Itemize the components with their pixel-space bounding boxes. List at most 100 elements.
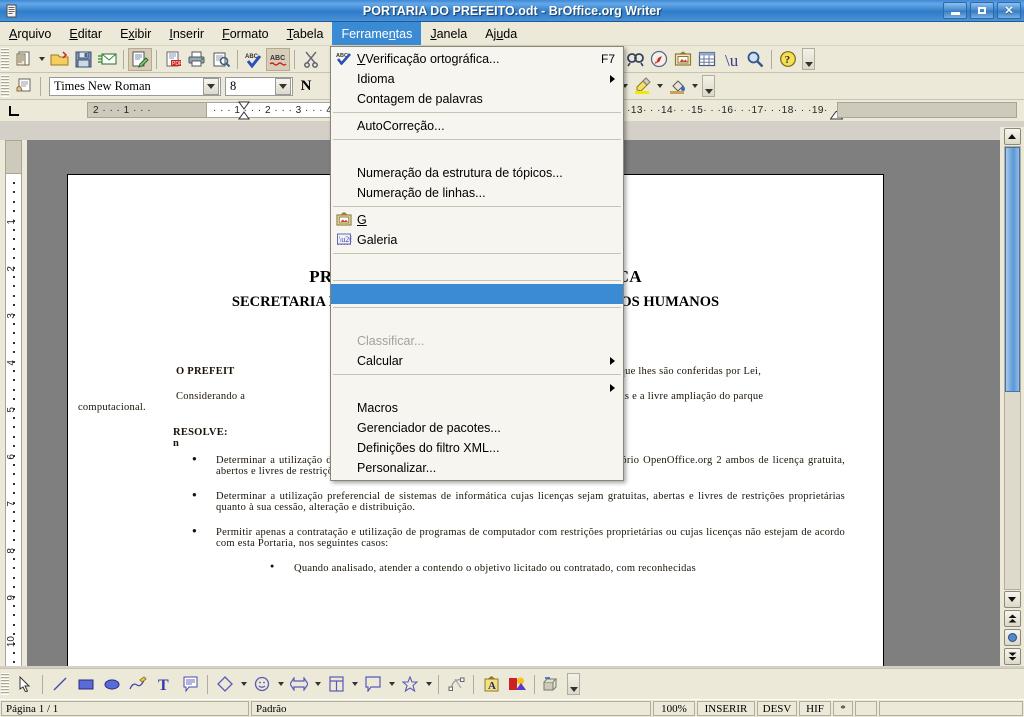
ruler-right-margin[interactable]	[837, 102, 1017, 118]
autospellcheck-icon[interactable]: ABC	[266, 47, 290, 71]
spellcheck-icon[interactable]: ABC	[242, 48, 266, 71]
ellipse-icon[interactable]	[99, 672, 125, 697]
stars-dropdown[interactable]	[423, 673, 434, 696]
menu-ajuda[interactable]: Ajuda	[476, 22, 526, 45]
basic-shapes-dropdown[interactable]	[238, 673, 249, 696]
status-signature[interactable]	[855, 701, 877, 716]
drawbar-more-icon[interactable]	[567, 673, 580, 695]
menu-item-autocorrecao[interactable]: AutoCorreção...	[331, 116, 623, 136]
fontwork-gallery-icon[interactable]: A	[478, 672, 504, 697]
menu-inserir[interactable]: Inserir	[160, 22, 213, 45]
menu-item-macros[interactable]	[331, 378, 623, 398]
from-file-icon[interactable]	[504, 672, 530, 697]
formatting-marks-icon[interactable]: \u00b6	[719, 48, 743, 71]
freeform-line-icon[interactable]	[125, 672, 151, 697]
navigation-button[interactable]	[1003, 629, 1021, 646]
font-size-dropdown-icon[interactable]	[275, 77, 291, 95]
new-document-icon[interactable]	[12, 48, 36, 71]
text-icon[interactable]: T	[151, 672, 177, 697]
menu-item-numeracao-estrutura-topicos[interactable]	[331, 143, 623, 163]
new-document-dropdown[interactable]	[36, 48, 47, 71]
font-name-combo[interactable]: Times New Roman	[49, 76, 221, 96]
menu-item-media-player[interactable]: \u266b\u266a Galeria	[331, 230, 623, 250]
menu-item-notas-rodape[interactable]: Numeração de linhas...	[331, 183, 623, 203]
print-preview-icon[interactable]	[209, 48, 233, 71]
rectangle-icon[interactable]	[73, 672, 99, 697]
status-page-style[interactable]: Padrão	[251, 701, 651, 716]
tab-stop-selector[interactable]	[0, 100, 27, 121]
menu-item-verificacao-ortografica[interactable]: ABC VVerificação ortográfica... F7	[331, 49, 623, 69]
close-button[interactable]: ✕	[997, 2, 1021, 19]
minimize-button[interactable]	[943, 2, 967, 19]
next-page-button[interactable]	[1003, 648, 1021, 665]
menu-item-assistente-mala-direta[interactable]	[331, 284, 623, 304]
print-icon[interactable]	[185, 48, 209, 71]
toolbar-grip[interactable]	[1, 48, 9, 70]
menu-item-numeracao-linhas[interactable]: Numeração da estrutura de tópicos...	[331, 163, 623, 183]
previous-page-button[interactable]	[1003, 610, 1021, 627]
zoom-icon[interactable]	[743, 48, 767, 71]
standard-toolbar-more-icon[interactable]	[802, 48, 815, 70]
background-color-dropdown-icon[interactable]	[689, 75, 700, 98]
vertical-scroll-track[interactable]	[1003, 146, 1021, 590]
tools-menu-dropdown[interactable]: ABC VVerificação ortográfica... F7 Idiom…	[330, 46, 624, 481]
help-icon[interactable]: ?	[776, 48, 800, 71]
highlighting-icon[interactable]	[630, 75, 654, 98]
status-zoom[interactable]: 100%	[653, 701, 695, 716]
status-selection-mode[interactable]: DESV	[757, 701, 797, 716]
menu-janela[interactable]: Janela	[421, 22, 476, 45]
menu-item-atualizar[interactable]: Calcular	[331, 351, 623, 371]
menu-item-gerenciador-pacotes[interactable]: Macros	[331, 398, 623, 418]
export-pdf-icon[interactable]: PDF	[161, 48, 185, 71]
callout-icon[interactable]	[177, 672, 203, 697]
data-sources-icon[interactable]	[695, 48, 719, 71]
gallery-icon[interactable]	[671, 48, 695, 71]
menu-tabela[interactable]: Tabela	[278, 22, 333, 45]
menu-editar[interactable]: Editar	[60, 22, 111, 45]
maximize-button[interactable]	[970, 2, 994, 19]
open-file-icon[interactable]	[47, 48, 71, 71]
vertical-scrollbar[interactable]	[1000, 127, 1024, 666]
flowchart-icon[interactable]	[323, 672, 349, 697]
basic-shapes-icon[interactable]	[212, 672, 238, 697]
save-icon[interactable]	[71, 48, 95, 71]
symbol-shapes-icon[interactable]	[249, 672, 275, 697]
send-email-icon[interactable]	[95, 48, 119, 71]
paragraph-style-icon[interactable]	[12, 75, 36, 98]
menu-item-idioma[interactable]: Idioma	[331, 69, 623, 89]
extrusion-on-off-icon[interactable]	[539, 672, 565, 697]
menu-item-opcoes[interactable]: Personalizar...	[331, 458, 623, 478]
status-hyphenation[interactable]: HIF	[799, 701, 831, 716]
toolbar-grip[interactable]	[1, 75, 9, 97]
scroll-down-button[interactable]	[1003, 591, 1021, 608]
stars-icon[interactable]	[397, 672, 423, 697]
background-color-icon[interactable]	[665, 75, 689, 98]
symbol-shapes-dropdown[interactable]	[275, 673, 286, 696]
status-insert-mode[interactable]: INSERIR	[697, 701, 755, 716]
menu-exibir[interactable]: Exibir	[111, 22, 160, 45]
navigator-icon[interactable]	[647, 48, 671, 71]
menu-arquivo[interactable]: Arquivo	[0, 22, 60, 45]
callout-shapes-dropdown[interactable]	[386, 673, 397, 696]
line-icon[interactable]	[47, 672, 73, 697]
select-icon[interactable]	[12, 672, 38, 697]
menu-item-galeria[interactable]: G	[331, 210, 623, 230]
bold-button[interactable]: N	[293, 75, 319, 98]
edit-file-icon[interactable]	[128, 47, 152, 71]
menu-formato[interactable]: Formato	[213, 22, 278, 45]
menu-item-banco-dados-bibliograficos[interactable]	[331, 257, 623, 277]
formatting-toolbar-more-icon[interactable]	[702, 75, 715, 97]
find-replace-icon[interactable]	[623, 48, 647, 71]
highlighting-dropdown-icon[interactable]	[654, 75, 665, 98]
scroll-up-button[interactable]	[1003, 128, 1021, 145]
cut-icon[interactable]	[299, 48, 323, 71]
menu-ferramentas[interactable]: Ferramentas	[332, 22, 422, 45]
points-icon[interactable]	[443, 672, 469, 697]
menu-item-personalizar[interactable]: Definições do filtro XML...	[331, 438, 623, 458]
font-size-combo[interactable]: 8	[225, 76, 293, 96]
block-arrows-dropdown[interactable]	[312, 673, 323, 696]
first-line-indent-marker[interactable]	[237, 101, 251, 120]
vertical-ruler[interactable]: 1 2 3 4 5 6 7 8 9 10 1	[0, 140, 27, 692]
font-name-dropdown-icon[interactable]	[203, 77, 219, 95]
menu-item-contagem-de-palavras[interactable]: Contagem de palavras	[331, 89, 623, 109]
